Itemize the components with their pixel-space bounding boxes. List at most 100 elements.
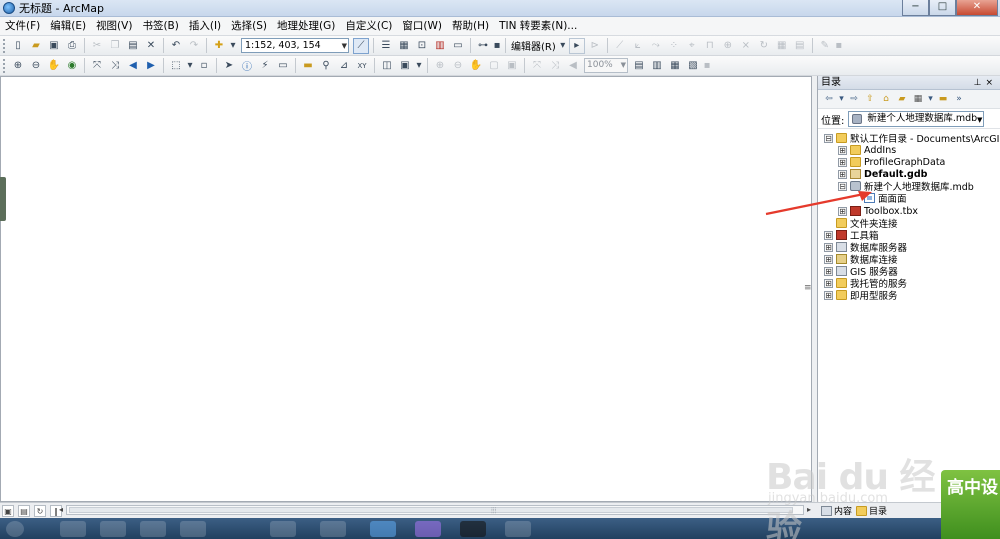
zoom-whole-page-icon[interactable]: ▢ [486,58,502,74]
expand-icon[interactable]: ⊞ [824,278,833,288]
data-driven-pages-icon[interactable]: ▧ [685,58,701,74]
taskbar-app-icon[interactable] [320,521,346,537]
edit-annotation-icon[interactable]: ⊳ [587,38,603,54]
connect-folder-icon[interactable]: ▰ [895,92,909,106]
layout-zoom-in-icon[interactable]: ⊕ [432,58,448,74]
expand-icon[interactable]: ⊞ [838,145,847,155]
toolbar-grip[interactable] [3,58,7,73]
cut-polygon-icon[interactable]: ⊕ [720,38,736,54]
expand-icon[interactable]: ⊞ [838,169,847,179]
tab-catalog[interactable]: 目录 [856,504,887,517]
create-viewer-window-icon[interactable]: ▣ [397,58,413,74]
layout-pan-icon[interactable]: ✋ [468,58,484,74]
select-features-icon[interactable]: ⬚ [168,58,184,74]
menu-selection[interactable]: 选择(S) [226,18,272,35]
scroll-left-arrow-icon[interactable]: ◂ [59,505,63,514]
cut-icon[interactable]: ✂ [89,38,105,54]
clear-selection-icon[interactable]: ▫ [196,58,212,74]
modelbuilder-icon[interactable]: ⊶ [475,38,491,54]
chevron-down-icon[interactable]: ▾ [838,92,845,106]
back-arrow-icon[interactable]: ⇦ [822,92,836,106]
change-layout-icon[interactable]: ▦ [667,58,683,74]
expand-icon[interactable]: ⊞ [824,266,833,276]
chevron-down-icon[interactable]: ▾ [415,58,423,74]
full-extent-icon[interactable]: ◉ [64,58,80,74]
search-window-icon[interactable]: ⊡ [414,38,430,54]
start-button-icon[interactable] [6,521,24,537]
redo-icon[interactable]: ↷ [186,38,202,54]
chevron-down-icon[interactable]: ▾ [186,58,194,74]
pan-icon[interactable]: ✋ [46,58,62,74]
html-popup-icon[interactable]: ▭ [275,58,291,74]
map-scale-combobox[interactable]: 1:152, 403, 154 ▼ [241,38,349,53]
point-icon[interactable]: ⁘ [666,38,682,54]
location-combobox[interactable]: 新建个人地理数据库.mdb ▼ [848,111,985,127]
scroll-right-arrow-icon[interactable]: ▸ [807,505,811,514]
edit-vertices-icon[interactable]: ⌖ [684,38,700,54]
toolbar-options-icon[interactable]: ▪ [493,38,501,54]
chevron-down-icon[interactable]: ▾ [927,92,934,106]
straight-segment-icon[interactable]: ⟋ [612,38,628,54]
taskbar-app-icon[interactable] [270,521,296,537]
toolbar-grip[interactable] [3,38,7,53]
create-features-icon[interactable]: ✎ [817,38,833,54]
go-to-xy-icon[interactable]: XY [354,58,370,74]
expand-icon[interactable]: ⊞ [838,157,847,167]
hyperlink-icon[interactable]: ⚡ [257,58,273,74]
toolbar-options-icon[interactable]: ▪ [835,38,843,54]
catalog-window-icon[interactable]: ▦ [396,38,412,54]
close-button[interactable]: ✕ [956,0,998,16]
expand-icon[interactable]: ⊞ [824,242,833,252]
menu-windows[interactable]: 窗口(W) [397,18,447,35]
back-icon[interactable]: ◀ [125,58,141,74]
select-elements-icon[interactable]: ➤ [221,58,237,74]
rotate-icon[interactable]: ↻ [756,38,772,54]
collapsed-panel-handle[interactable] [0,177,6,221]
menu-help[interactable]: 帮助(H) [447,18,494,35]
toolbar-options-icon[interactable]: ▪ [703,58,711,74]
forward-arrow-icon[interactable]: ⇨ [847,92,861,106]
undo-icon[interactable]: ↶ [168,38,184,54]
horizontal-scrollbar[interactable]: ◂ ⦙⦙⦙ ▸ [59,505,811,515]
zoom-out-icon[interactable]: ⊖ [28,58,44,74]
table-of-contents-icon[interactable]: ☰ [378,38,394,54]
add-data-dropdown-icon[interactable]: ▾ [229,38,237,54]
taskbar-app-icon[interactable] [370,521,396,537]
menu-geoprocessing[interactable]: 地理处理(G) [272,18,340,35]
layout-zoom-combobox[interactable]: 100% ▼ [584,58,628,73]
attributes-icon[interactable]: ▦ [774,38,790,54]
close-icon[interactable]: × [985,78,997,88]
layout-zoom-out-icon[interactable]: ⊖ [450,58,466,74]
collapse-icon[interactable]: ⊟ [824,133,833,143]
paste-icon[interactable]: ▤ [125,38,141,54]
save-icon[interactable]: ▣ [46,38,62,54]
menu-insert[interactable]: 插入(I) [184,18,226,35]
editor-menu[interactable]: 编辑器(R) [509,38,558,53]
delete-icon[interactable]: ✕ [143,38,159,54]
split-icon[interactable]: ⨯ [738,38,754,54]
menu-file[interactable]: 文件(F) [0,18,45,35]
find-icon[interactable]: ⚲ [318,58,334,74]
sketch-properties-icon[interactable]: ▤ [792,38,808,54]
layout-view-button[interactable]: ▤ [18,504,30,517]
tree-item-default-workspace[interactable]: ⊟ 默认工作目录 - Documents\ArcGIS [824,132,1000,145]
taskbar-app-icon[interactable] [100,521,126,537]
refresh-button[interactable]: ↻ [34,504,46,517]
copy-icon[interactable]: ❐ [107,38,123,54]
fixed-zoom-out-icon[interactable]: ⤨ [107,58,123,74]
taskbar-app-icon[interactable] [140,521,166,537]
catalog-options-icon[interactable]: ▬ [936,92,950,106]
expand-icon[interactable]: ⊞ [824,290,833,300]
edit-tool-icon[interactable]: ▸ [568,37,585,54]
taskbar-app-icon[interactable] [460,521,486,537]
tree-item-ready-to-use-services[interactable]: ⊞ 即用型服务 [824,289,898,302]
python-window-icon[interactable]: ▭ [450,38,466,54]
menu-customize[interactable]: 自定义(C) [340,18,397,35]
up-one-level-icon[interactable]: ⇧ [863,92,877,106]
tab-contents[interactable]: 内容 [821,504,852,517]
minimize-button[interactable]: − [902,0,929,16]
new-document-icon[interactable]: ▯ [10,38,26,54]
editor-toolbar-icon[interactable]: ⟋ [353,37,369,54]
open-folder-icon[interactable]: ▰ [28,38,44,54]
fixed-zoom-in-icon[interactable]: ⤧ [89,58,105,74]
